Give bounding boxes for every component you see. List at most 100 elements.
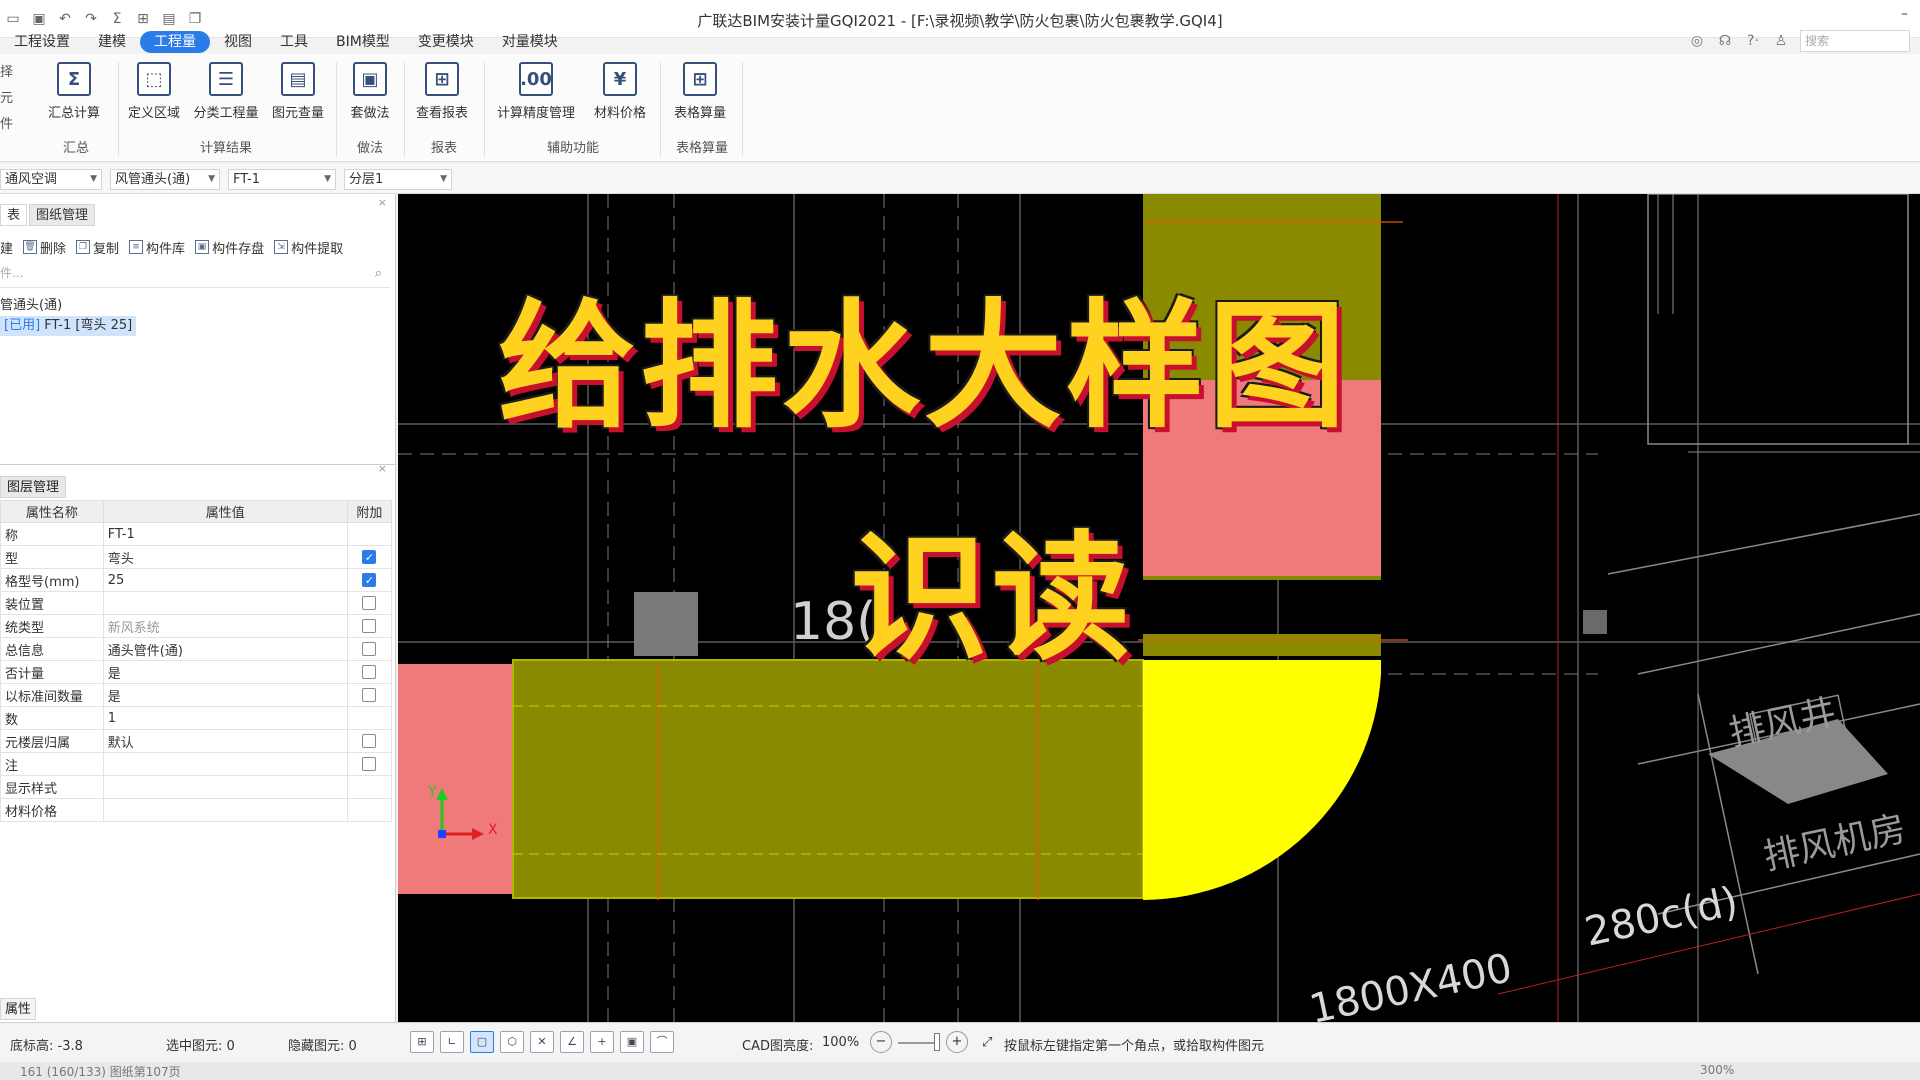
extract-component-button[interactable]: ⇲ 构件提取 [274,238,343,257]
property-value[interactable]: 25 [102,568,348,592]
table-row[interactable]: 材料价格 [0,798,393,822]
save-icon[interactable]: ▣ [30,11,48,27]
tab-tools[interactable]: 工具 [266,31,322,53]
property-value[interactable]: 是 [102,683,348,707]
grid-icon[interactable]: ⊞ [134,11,152,27]
help-icon[interactable]: ?· [1744,32,1762,50]
search-icon[interactable]: ⌕ [375,266,382,281]
tab-reconcile-module[interactable]: 对量模块 [488,31,572,53]
type-select[interactable]: 风管通头(通) ▼ [110,169,220,190]
undo-icon[interactable]: ↶ [56,11,74,27]
shirt-icon[interactable]: ♙ [1772,32,1790,50]
property-value[interactable]: FT-1 [102,522,348,546]
checkbox[interactable]: ✓ [362,573,377,587]
save-component-button[interactable]: ▣ 构件存盘 [195,238,264,257]
view-report-button[interactable]: ⊞ 查看报表 [406,58,478,132]
checkbox[interactable] [362,734,377,748]
brightness-slider-track[interactable] [898,1042,934,1044]
property-value[interactable]: 默认 [102,729,348,753]
cross-icon[interactable]: ✕ [530,1031,554,1053]
tab-modeling[interactable]: 建模 [84,31,140,53]
tab-component-list[interactable]: 表 [0,204,28,226]
property-value[interactable] [102,752,348,776]
grid-snap-icon[interactable]: ⊞ [410,1031,434,1053]
tab-drawing-management[interactable]: 图纸管理 [29,204,96,226]
brightness-slider-thumb[interactable] [934,1033,940,1051]
table-row[interactable]: 总信息 通头管件(通) [0,637,393,661]
table-row[interactable]: 装位置 [0,591,393,615]
new-button[interactable]: 建 [0,238,13,257]
stub-text[interactable]: 择 [0,60,20,86]
property-value[interactable]: 新风系统 [102,614,348,638]
plus-snap-icon[interactable]: + [590,1031,614,1053]
table-row[interactable]: 格型号(mm) 25 ✓ [0,568,393,592]
user-icon[interactable]: ◎ [1688,32,1706,50]
layer-icon[interactable]: ▣ [620,1031,644,1053]
component-select[interactable]: FT-1 ▼ [228,169,336,190]
zoom-out-button[interactable]: − [870,1031,892,1053]
delete-button[interactable]: 🗑 删除 [23,238,66,257]
precision-manage-button[interactable]: .00 计算精度管理 [488,58,584,132]
angle-icon[interactable]: ∠ [560,1031,584,1053]
table-row[interactable]: 显示样式 [0,775,393,799]
tab-properties[interactable]: 属性 [0,998,37,1020]
checkbox[interactable] [362,688,377,702]
tab-layer-management[interactable]: 图层管理 [0,476,67,498]
stub-text[interactable]: 件 [0,112,20,138]
cad-canvas[interactable]: Y X 18( 排风井 排风机房 280c(d) 1800X400 给排水大样图… [398,194,1920,1022]
cube-icon[interactable]: ⬡ [500,1031,524,1053]
checkbox[interactable] [362,757,377,771]
ortho-icon[interactable]: ∟ [440,1031,464,1053]
table-quantity-button[interactable]: ⊞ 表格算量 [664,58,736,132]
expand-icon[interactable]: ⤢ [982,1035,992,1050]
library-button[interactable]: ≡ 构件库 [129,238,185,257]
tree-node-parent[interactable]: 管通头(通) [0,294,62,313]
define-region-button[interactable]: ⬚ 定义区域 [118,58,190,132]
property-value[interactable]: 是 [102,660,348,684]
stub-text[interactable]: 元 [0,86,20,112]
table-row[interactable]: 否计量是 [0,660,393,684]
tab-change-module[interactable]: 变更模块 [404,31,488,53]
table-row[interactable]: 称 FT-1 [0,522,393,546]
search-input[interactable]: 搜索 [1800,30,1910,52]
table-row[interactable]: 以标准间数量是 [0,683,393,707]
arc-icon[interactable]: ⌒ [650,1031,674,1053]
folder-open-icon[interactable]: ▭ [4,11,22,27]
apply-method-button[interactable]: ▣ 套做法 [338,58,402,132]
checkbox[interactable] [362,642,377,656]
specialty-select[interactable]: 通风空调 ▼ [0,169,102,190]
table-row[interactable]: 注 [0,752,393,776]
table-row[interactable]: 型弯头 ✓ [0,545,393,569]
tab-view[interactable]: 视图 [210,31,266,53]
property-value[interactable] [102,775,348,799]
checkbox[interactable] [362,619,377,633]
tree-node-selected[interactable]: [已用] FT-1 [弯头 25] [0,316,137,336]
checkbox[interactable] [362,596,377,610]
zoom-in-button[interactable]: + [946,1031,968,1053]
table-row[interactable]: 数1 [0,706,393,730]
property-value[interactable] [102,798,348,822]
layer-select[interactable]: 分层1 ▼ [344,169,452,190]
table-row[interactable]: 统类型 新风系统 [0,614,393,638]
element-quantity-button[interactable]: ▤ 图元查量 [262,58,334,132]
classified-quantity-button[interactable]: ☰ 分类工程量 [190,58,262,132]
table-row[interactable]: 元楼层归属 默认 [0,729,393,753]
minimize-button[interactable]: – [1901,6,1908,22]
sum-icon[interactable]: Σ [108,11,126,27]
tab-project-settings[interactable]: 工程设置 [0,31,84,53]
window-icon[interactable]: ❐ [186,11,204,27]
property-value[interactable]: 1 [102,706,348,730]
copy-button[interactable]: ❐ 复制 [76,238,119,257]
checkbox[interactable]: ✓ [362,550,377,564]
tab-bim-model[interactable]: BIM模型 [322,31,404,53]
close-icon[interactable]: × [378,196,387,209]
checkbox[interactable] [362,665,377,679]
headset-icon[interactable]: ☊ [1716,32,1734,50]
table-icon[interactable]: ▤ [160,11,178,27]
summary-calc-button[interactable]: Σ 汇总计算 [38,58,110,132]
component-search[interactable]: 件... ⌕ [0,264,390,288]
material-price-button[interactable]: ¥ 材料价格 [584,58,656,132]
close-icon[interactable]: × [378,462,387,475]
select-box-icon[interactable]: ▢ [470,1031,494,1053]
tab-quantities[interactable]: 工程量 [140,31,210,53]
